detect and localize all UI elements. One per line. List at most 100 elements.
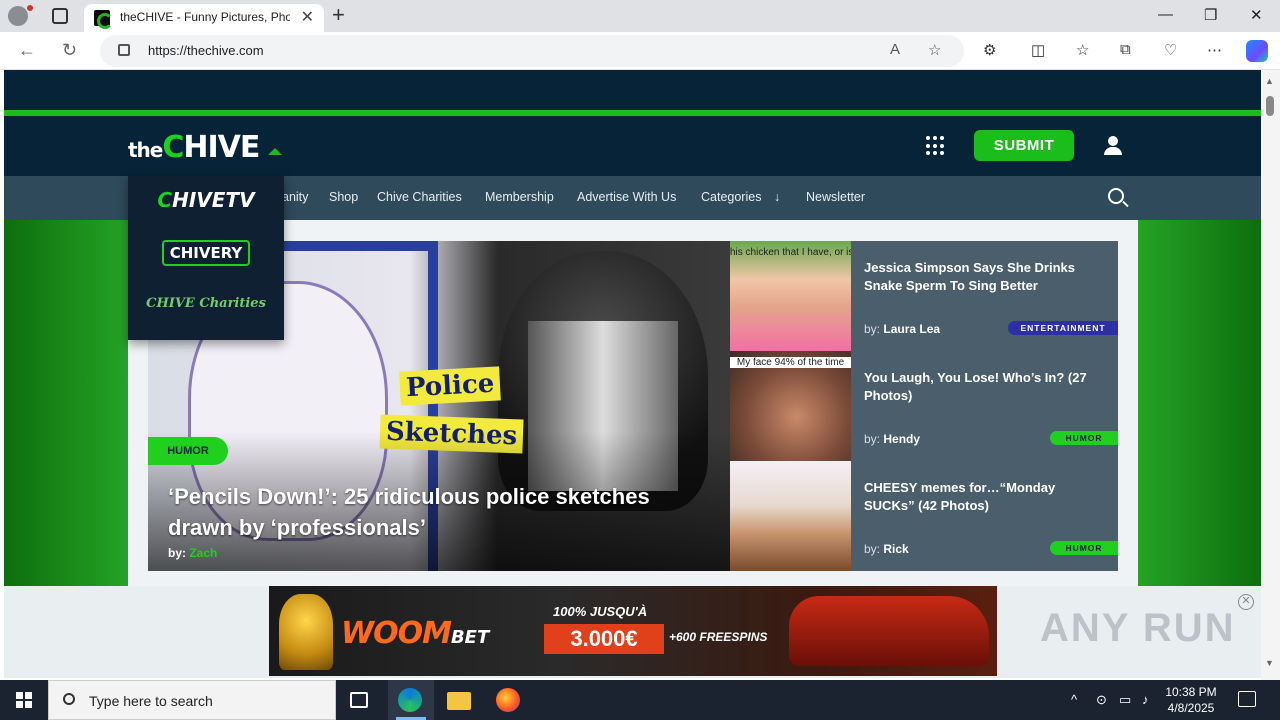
copilot-icon[interactable] bbox=[1246, 40, 1268, 62]
taskbar-clock[interactable]: 10:38 PM 4/8/2025 bbox=[1160, 684, 1222, 716]
refresh-icon[interactable]: ↻ bbox=[62, 40, 77, 61]
article-byline: by: Hendy bbox=[864, 432, 920, 446]
chevron-down-icon[interactable]: ↓ bbox=[774, 190, 780, 204]
ad-amount: 3.000€ bbox=[544, 624, 664, 654]
new-tab-button[interactable]: + bbox=[332, 2, 345, 28]
scroll-up-icon[interactable]: ▲ bbox=[1265, 76, 1274, 86]
article-title[interactable]: You Laugh, You Lose! Who’s In? (27 Photo… bbox=[864, 369, 1106, 405]
background-band-left bbox=[4, 220, 128, 586]
category-tag[interactable]: HUMOR bbox=[1050, 541, 1118, 555]
nav-item-advertise[interactable]: Advertise With Us bbox=[577, 190, 676, 204]
chivery-text: CHIVERY bbox=[161, 240, 251, 266]
article-byline: by: Rick bbox=[864, 542, 909, 556]
clock-time: 10:38 PM bbox=[1165, 685, 1217, 699]
network-icon[interactable]: ▭ bbox=[1119, 692, 1131, 708]
user-account-icon[interactable] bbox=[1104, 136, 1122, 156]
chivetv-link[interactable]: CHIVETV bbox=[128, 188, 284, 212]
file-explorer-icon[interactable] bbox=[447, 692, 471, 710]
browser-essentials-icon[interactable]: ♡ bbox=[1164, 41, 1177, 59]
tab-close-button[interactable]: ✕ bbox=[301, 7, 314, 27]
article-thumbnail[interactable]: My face 94% of the time bbox=[730, 351, 851, 461]
author-link[interactable]: Laura Lea bbox=[883, 322, 940, 336]
address-bar[interactable]: https://thechive.com A ☆ bbox=[100, 35, 964, 67]
chivery-link[interactable]: CHIVERY bbox=[128, 240, 284, 266]
logo-the: the bbox=[128, 138, 163, 162]
firefox-icon[interactable] bbox=[496, 688, 520, 712]
browser-tab[interactable]: theCHIVE - Funny Pictures, Photos ✕ bbox=[84, 4, 324, 32]
background-band-right bbox=[1138, 220, 1261, 586]
category-badge[interactable]: HUMOR bbox=[148, 437, 228, 465]
logo-hive: HIVE bbox=[183, 130, 260, 165]
security-tray-icon[interactable]: ⊙ bbox=[1096, 692, 1107, 708]
extensions-icon[interactable]: ⚙ bbox=[983, 41, 996, 59]
author-link[interactable]: Zach bbox=[189, 546, 217, 560]
windows-taskbar: Type here to search ^ ⊙ ▭ ♪ 10:38 PM 4/8… bbox=[0, 680, 1280, 720]
browser-tab-strip: theCHIVE - Funny Pictures, Photos ✕ + — … bbox=[0, 0, 1280, 32]
edge-browser-icon[interactable] bbox=[398, 688, 422, 712]
read-aloud-icon[interactable]: A bbox=[890, 41, 900, 58]
article-thumbnail[interactable]: his chicken that I have, or is it snake? bbox=[730, 241, 851, 351]
side-article[interactable]: CHEESY memes for…“Monday SUCKs” (42 Phot… bbox=[730, 461, 1118, 571]
author-link[interactable]: Rick bbox=[883, 542, 908, 556]
thumbnail-caption: My face 94% of the time bbox=[730, 357, 851, 368]
chevron-up-icon[interactable] bbox=[268, 148, 282, 155]
chivetv-c: C bbox=[157, 188, 173, 212]
nav-item-newsletter[interactable]: Newsletter bbox=[806, 190, 865, 204]
featured-headline[interactable]: ‘Pencils Down!’: 25 ridiculous police sk… bbox=[168, 481, 708, 543]
woombet-ad-banner[interactable]: WOOMBET 100% JUSQU'À 3.000€ +600 FREESPI… bbox=[269, 586, 997, 676]
article-title[interactable]: CHEESY memes for…“Monday SUCKs” (42 Phot… bbox=[864, 479, 1106, 515]
nav-item-chive-charities[interactable]: Chive Charities bbox=[377, 190, 462, 204]
side-article[interactable]: My face 94% of the time You Laugh, You L… bbox=[730, 351, 1118, 461]
by-label: by: bbox=[864, 322, 881, 336]
ad-close-button[interactable]: ✕ bbox=[1238, 594, 1254, 610]
search-icon[interactable] bbox=[1108, 188, 1124, 204]
nav-item-membership[interactable]: Membership bbox=[485, 190, 554, 204]
nav-item-humanity[interactable]: anity bbox=[282, 190, 308, 204]
url-text[interactable]: https://thechive.com bbox=[148, 43, 264, 58]
more-menu-icon[interactable]: ⋯ bbox=[1207, 41, 1222, 59]
windows-start-icon[interactable] bbox=[16, 692, 32, 708]
chive-charities-link[interactable]: CHIVE Charities bbox=[128, 296, 284, 311]
network-dropdown: CHIVETV CHIVERY CHIVE Charities bbox=[128, 176, 284, 340]
task-view-icon[interactable] bbox=[350, 692, 368, 708]
minimize-button[interactable]: — bbox=[1158, 6, 1173, 23]
ad-freespins: +600 FREESPINS bbox=[669, 630, 768, 644]
article-byline: by: Laura Lea bbox=[864, 322, 940, 336]
anyrun-watermark: ANY RUN bbox=[1040, 606, 1236, 650]
apps-grid-icon[interactable] bbox=[926, 136, 946, 156]
taskbar-search[interactable]: Type here to search bbox=[48, 680, 336, 720]
category-tag[interactable]: HUMOR bbox=[1050, 431, 1118, 445]
scroll-down-icon[interactable]: ▼ bbox=[1265, 658, 1274, 668]
tab-actions-icon[interactable] bbox=[52, 8, 68, 24]
volume-icon[interactable]: ♪ bbox=[1142, 692, 1149, 707]
clock-date: 4/8/2025 bbox=[1167, 701, 1215, 715]
collections-icon[interactable]: ⧉ bbox=[1120, 41, 1131, 58]
top-ad-strip bbox=[4, 70, 1261, 110]
window-close-button[interactable]: ✕ bbox=[1250, 6, 1263, 24]
article-thumbnail[interactable] bbox=[730, 461, 851, 571]
tab-title: theCHIVE - Funny Pictures, Photos bbox=[120, 10, 290, 24]
hero-sign-police: Police bbox=[399, 366, 502, 406]
page-scrollbar[interactable]: ▲ ▼ bbox=[1261, 70, 1280, 680]
side-article[interactable]: his chicken that I have, or is it snake?… bbox=[730, 241, 1118, 351]
category-tag[interactable]: ENTERTAINMENT bbox=[1008, 321, 1118, 335]
submit-button[interactable]: SUBMIT bbox=[974, 130, 1074, 161]
article-title[interactable]: Jessica Simpson Says She Drinks Snake Sp… bbox=[864, 259, 1106, 295]
favorites-icon[interactable]: ☆ bbox=[1076, 41, 1089, 59]
chive-logo[interactable]: theCHIVE bbox=[128, 130, 260, 165]
nav-item-shop[interactable]: Shop bbox=[329, 190, 358, 204]
restore-button[interactable]: ❐ bbox=[1204, 6, 1217, 24]
scrollbar-thumb[interactable] bbox=[1266, 96, 1274, 116]
by-label: by: bbox=[168, 546, 186, 560]
ad-car-image bbox=[789, 596, 989, 666]
back-icon[interactable]: ← bbox=[18, 40, 36, 61]
split-screen-icon[interactable]: ◫ bbox=[1031, 41, 1045, 59]
browser-toolbar: ← ↻ https://thechive.com A ☆ ⚙ ◫ ☆ ⧉ ♡ ⋯ bbox=[0, 32, 1280, 70]
thumbnail-caption: his chicken that I have, or is it snake? bbox=[730, 247, 851, 258]
profile-icon[interactable] bbox=[8, 6, 28, 26]
author-link[interactable]: Hendy bbox=[883, 432, 920, 446]
notifications-icon[interactable] bbox=[1238, 691, 1256, 707]
chevron-up-icon[interactable]: ^ bbox=[1071, 692, 1077, 707]
nav-item-categories[interactable]: Categories bbox=[701, 190, 761, 204]
favorite-star-icon[interactable]: ☆ bbox=[928, 41, 941, 59]
